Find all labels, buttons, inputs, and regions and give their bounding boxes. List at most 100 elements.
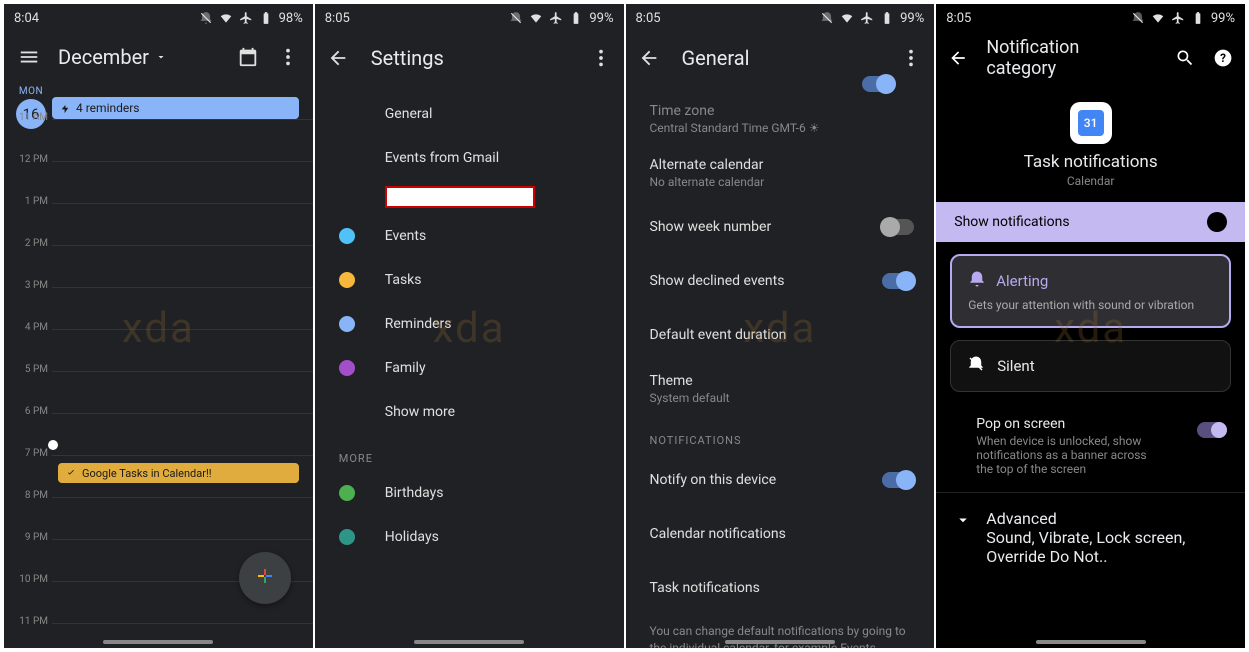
back-icon[interactable] xyxy=(327,47,349,69)
wifi-icon xyxy=(840,11,854,25)
section-notifications: NOTIFICATIONS xyxy=(626,416,935,453)
label: Notify on this device xyxy=(650,472,777,488)
sublabel: System default xyxy=(650,391,730,405)
color-dot xyxy=(339,360,355,376)
label: Show week number xyxy=(650,219,772,235)
notification-category-screen: 8:05 99% Notification category ? 31 Task… xyxy=(936,4,1245,648)
settings-item-reminders[interactable]: Reminders xyxy=(315,302,624,346)
settings-item-events-gmail[interactable]: Events from Gmail xyxy=(315,136,624,180)
label: Theme xyxy=(650,373,693,389)
item-week-number[interactable]: Show week number xyxy=(626,200,935,254)
label: Holidays xyxy=(385,529,439,545)
task-chip[interactable]: Google Tasks in Calendar!! xyxy=(58,463,299,483)
settings-title: Settings xyxy=(371,46,444,70)
search-icon[interactable] xyxy=(1175,47,1195,69)
dropdown-icon xyxy=(155,51,167,63)
create-fab[interactable] xyxy=(239,552,291,604)
settings-item-tasks[interactable]: Tasks xyxy=(315,258,624,302)
label: Calendar notifications xyxy=(650,526,786,542)
hour-label: 7 PM xyxy=(8,448,48,459)
battery-icon xyxy=(259,11,273,25)
overflow-icon[interactable] xyxy=(590,47,612,69)
show-notifications-toggle[interactable] xyxy=(1193,212,1227,232)
label: Show declined events xyxy=(650,273,785,289)
toggle-on[interactable] xyxy=(882,472,914,488)
battery-pct: 98% xyxy=(279,11,303,26)
back-icon[interactable] xyxy=(638,47,660,69)
settings-item-general[interactable]: General xyxy=(315,92,624,136)
help-icon[interactable]: ? xyxy=(1213,47,1233,69)
today-icon[interactable] xyxy=(237,46,259,68)
status-time: 8:04 xyxy=(14,11,39,26)
label: Time zone xyxy=(650,103,715,119)
nav-pill[interactable] xyxy=(725,640,835,644)
label: Default event duration xyxy=(650,327,787,343)
settings-item-showmore[interactable]: Show more xyxy=(315,390,624,434)
item-notify-device[interactable]: Notify on this device xyxy=(626,453,935,507)
advanced-subtitle: Sound, Vibrate, Lock screen, Override Do… xyxy=(986,528,1226,566)
silent-card[interactable]: Silent xyxy=(950,340,1231,392)
check-icon xyxy=(66,468,76,478)
notif-title: Notification category xyxy=(986,37,1139,79)
hour-label: 3 PM xyxy=(8,280,48,291)
item-declined-events[interactable]: Show declined events xyxy=(626,254,935,308)
item-default-duration[interactable]: Default event duration xyxy=(626,308,935,362)
back-icon[interactable] xyxy=(948,47,968,69)
settings-item-birthdays[interactable]: Birthdays xyxy=(315,471,624,515)
month-dropdown[interactable]: December xyxy=(58,45,167,69)
battery-pct: 99% xyxy=(589,11,613,26)
toggle-on[interactable] xyxy=(882,273,914,289)
settings-item-holidays[interactable]: Holidays xyxy=(315,515,624,559)
task-label: Google Tasks in Calendar!! xyxy=(82,467,212,480)
label: Family xyxy=(385,360,426,376)
silent-label: Silent xyxy=(997,357,1034,375)
battery-icon xyxy=(880,11,894,25)
advanced-row[interactable]: Advanced Sound, Vibrate, Lock screen, Ov… xyxy=(936,497,1245,578)
alerting-card[interactable]: Alerting Gets your attention with sound … xyxy=(950,254,1231,328)
hour-label: 11 PM xyxy=(8,616,48,627)
label: Reminders xyxy=(385,316,452,332)
hour-label: 12 PM xyxy=(8,154,48,165)
wifi-icon xyxy=(219,11,233,25)
item-theme[interactable]: Theme System default xyxy=(626,362,935,416)
section-more: MORE xyxy=(315,434,624,471)
nav-pill[interactable] xyxy=(1036,640,1146,644)
app-subtitle: Calendar xyxy=(936,174,1245,188)
battery-pct: 99% xyxy=(1211,11,1235,26)
settings-item-family[interactable]: Family xyxy=(315,346,624,390)
pop-toggle[interactable] xyxy=(1197,422,1227,438)
label: Task notifications xyxy=(650,580,760,596)
airplane-icon xyxy=(549,11,563,25)
hamburger-icon[interactable] xyxy=(18,46,40,68)
color-dot xyxy=(339,272,355,288)
hour-label: 8 PM xyxy=(8,490,48,501)
sublabel: No alternate calendar xyxy=(650,175,765,189)
item-calendar-notifications[interactable]: Calendar notifications xyxy=(626,507,935,561)
wifi-icon xyxy=(1151,11,1165,25)
status-icons: 98% xyxy=(199,11,303,26)
nav-pill[interactable] xyxy=(103,640,213,644)
now-indicator xyxy=(48,440,58,450)
item-task-notifications[interactable]: Task notifications xyxy=(626,561,935,615)
status-time: 8:05 xyxy=(325,11,350,26)
settings-item-events[interactable]: Events xyxy=(315,214,624,258)
item-alternate-calendar[interactable]: Alternate calendar No alternate calendar xyxy=(626,146,935,200)
show-notifications-row[interactable]: Show notifications xyxy=(936,202,1245,242)
day-of-week: MON xyxy=(10,86,52,97)
status-icons: 99% xyxy=(820,11,924,26)
color-dot xyxy=(339,529,355,545)
overflow-icon[interactable] xyxy=(900,47,922,69)
label: Tasks xyxy=(385,272,422,288)
status-bar: 8:05 99% xyxy=(315,4,624,32)
show-notifications-label: Show notifications xyxy=(954,214,1069,230)
overflow-icon[interactable] xyxy=(277,46,299,68)
pop-subtitle: When device is unlocked, show notificati… xyxy=(976,434,1156,476)
hour-label: 6 PM xyxy=(8,406,48,417)
pop-on-screen-row[interactable]: Pop on screen When device is unlocked, s… xyxy=(936,404,1245,488)
color-dot xyxy=(339,485,355,501)
nav-pill[interactable] xyxy=(414,640,524,644)
toggle-off[interactable] xyxy=(882,219,914,235)
item-timezone[interactable]: Time zone Central Standard Time GMT-6 ☀ xyxy=(626,92,935,146)
label: Birthdays xyxy=(385,485,444,501)
status-bar: 8:05 99% xyxy=(936,4,1245,32)
